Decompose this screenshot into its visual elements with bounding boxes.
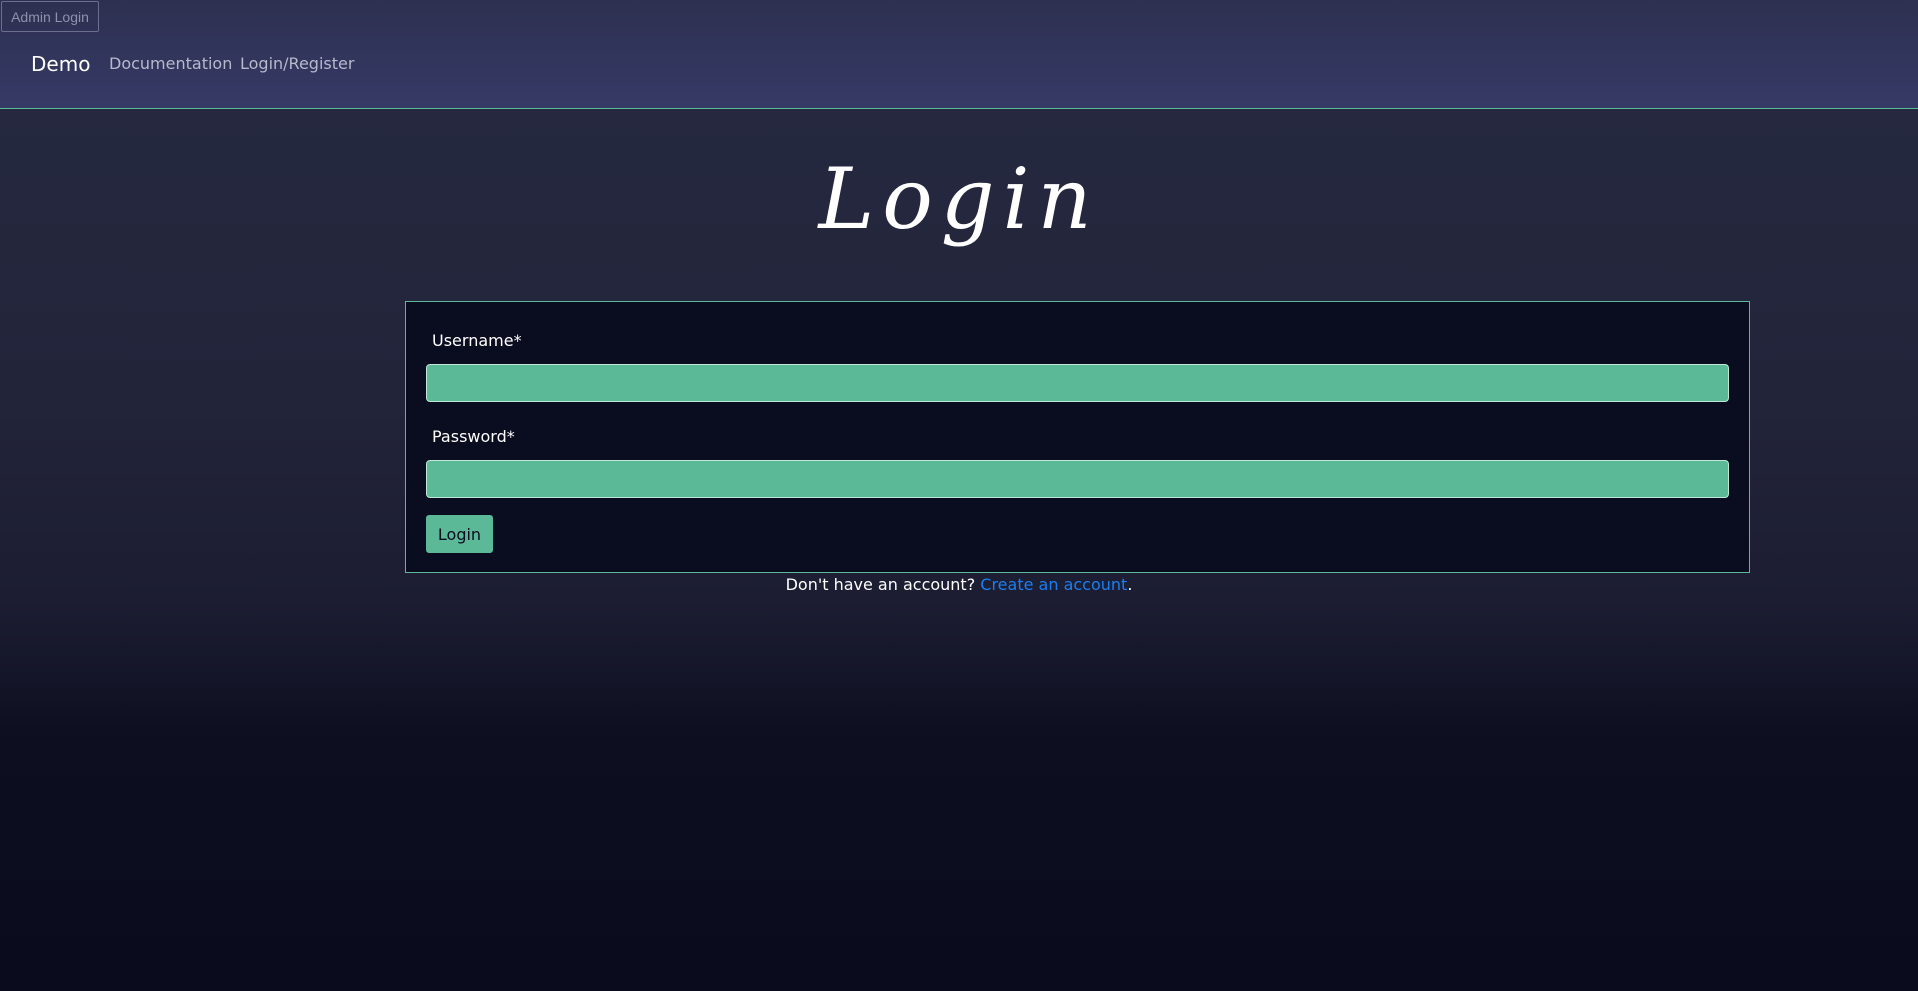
register-suffix: . <box>1127 575 1133 594</box>
login-form: Username* Password* Login <box>405 301 1750 573</box>
nav-link-documentation[interactable]: Documentation <box>109 54 232 73</box>
brand-link[interactable]: Demo <box>31 52 90 76</box>
password-input[interactable] <box>426 460 1729 498</box>
register-prompt: Don't have an account? Create an account… <box>0 575 1918 594</box>
username-input[interactable] <box>426 364 1729 402</box>
top-navbar: Admin Login Demo Documentation Login/Reg… <box>0 0 1918 109</box>
nav-link-login-register[interactable]: Login/Register <box>240 54 354 73</box>
login-submit-button[interactable]: Login <box>426 515 493 553</box>
create-account-link[interactable]: Create an account <box>980 575 1127 594</box>
password-label: Password* <box>432 427 515 446</box>
page-title: Login <box>818 150 1100 248</box>
admin-login-button[interactable]: Admin Login <box>1 1 99 32</box>
username-label: Username* <box>432 331 522 350</box>
register-prompt-text: Don't have an account? <box>785 575 981 594</box>
